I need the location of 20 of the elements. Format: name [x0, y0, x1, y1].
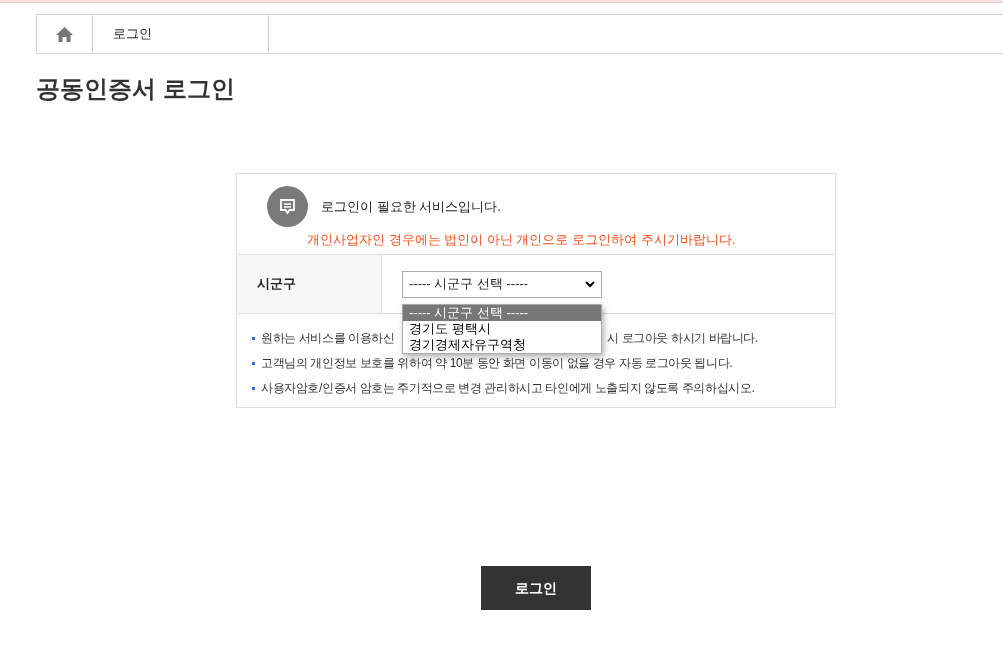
note-text: 사용자암호/인증서 암호는 주기적으로 변경 관리하시고 타인에게 노출되지 않도록 주의하십시오. [261, 380, 755, 397]
dropdown-option[interactable]: 경기도 평택시 [403, 321, 601, 337]
breadcrumb-item: 로그인 [113, 25, 152, 44]
bullet-icon [252, 386, 255, 390]
select-field[interactable]: ----- 시군구 선택 ----- [402, 270, 602, 298]
notice-text: 로그인이 필요한 서비스입니다. [321, 197, 501, 216]
message-icon [267, 186, 308, 227]
dropdown-option[interactable]: 경기경제자유구역청 [403, 337, 601, 353]
login-button[interactable]: 로그인 [481, 566, 591, 610]
page-title: 공동인증서 로그인 [36, 74, 235, 104]
field-label: 시군구 [257, 275, 296, 294]
bullet-icon [252, 361, 255, 365]
dropdown-option[interactable]: ----- 시군구 선택 ----- [403, 305, 601, 321]
home-icon[interactable] [56, 26, 73, 42]
bullet-icon [252, 336, 255, 340]
chevron-down-icon [585, 280, 595, 288]
warning-text: 개인사업자인 경우에는 법인이 아닌 개인으로 로그인하여 주시기바랍니다. [307, 231, 736, 249]
note-text: 시 로그아웃 하시기 바랍니다. [607, 330, 759, 347]
note-text: 원하는 서비스를 이용하신 [261, 330, 395, 347]
note-text: 고객님의 개인정보 보호를 위하여 약 10분 동안 화면 이동이 없을 경우 자동 로그아웃 됩니다. [261, 355, 733, 372]
